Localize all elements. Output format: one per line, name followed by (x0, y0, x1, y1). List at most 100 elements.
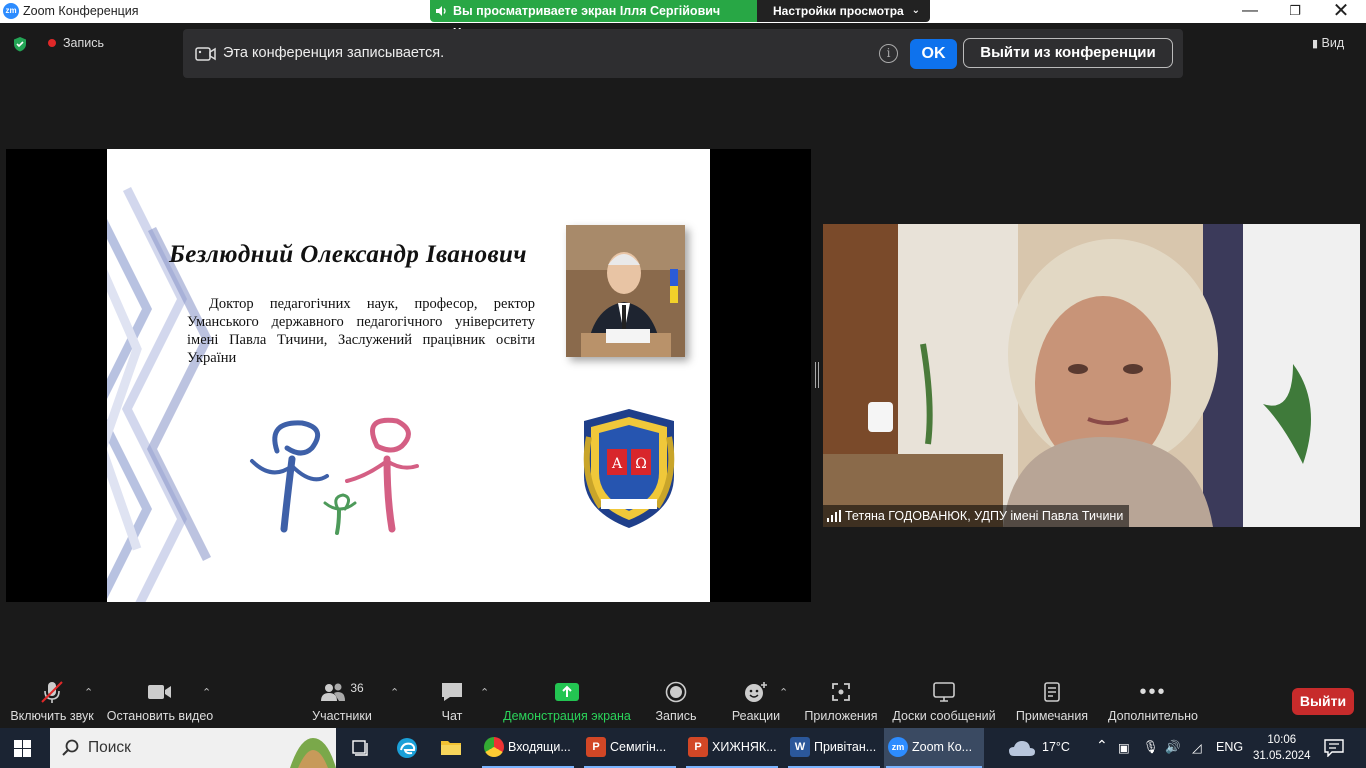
close-button[interactable]: ✕ (1318, 0, 1364, 22)
participant-video-frame (823, 224, 1360, 527)
weather-temperature[interactable]: 17°C (1042, 740, 1070, 754)
windows-taskbar: Поиск Входящи... P Семигін... P ХИЖНЯК..… (0, 728, 1366, 768)
video-options-caret-icon[interactable]: ⌃ (202, 686, 211, 699)
participants-icon (321, 683, 346, 701)
view-settings-button[interactable]: Настройки просмотра ⌄ (757, 0, 930, 22)
taskbar-item-powerpoint-1[interactable]: P Семигін... (582, 728, 678, 768)
taskbar-item-label: Привітан... (814, 740, 877, 754)
window-title: Zoom Конференция (23, 4, 139, 18)
apps-label: Приложения (804, 709, 878, 723)
meeting-toolbar: Включить звук ⌃ Остановить видео ⌃ 36 Уч… (0, 672, 1366, 728)
network-icon[interactable]: ◿ (1192, 740, 1202, 755)
input-language[interactable]: ENG (1216, 740, 1243, 754)
shield-check-icon[interactable] (12, 36, 28, 52)
volume-icon[interactable]: 🔊 (1165, 740, 1181, 755)
leave-button[interactable]: Выйти (1292, 688, 1354, 715)
microphone-tray-icon[interactable]: 🎙 (1143, 740, 1159, 755)
whiteboards-button[interactable]: Доски сообщений (890, 678, 998, 723)
powerpoint-icon: P (688, 737, 708, 757)
participants-label: Участники (312, 709, 372, 723)
more-button[interactable]: ••• Дополнительно (1106, 678, 1200, 724)
stop-video-button[interactable]: Остановить видео (106, 678, 214, 723)
info-icon[interactable]: i (879, 44, 898, 63)
unmute-label: Включить звук (10, 709, 94, 723)
record-label: Запись (655, 709, 697, 723)
chat-options-caret-icon[interactable]: ⌃ (480, 686, 489, 699)
notes-label: Примечания (1015, 709, 1089, 723)
view-button[interactable]: ▮ Вид (1312, 36, 1344, 50)
task-view-button[interactable] (346, 728, 374, 768)
university-crest-logo: A Ω (583, 409, 675, 528)
portrait-image (566, 225, 685, 357)
record-icon (665, 681, 687, 703)
edge-taskbar-button[interactable] (392, 728, 424, 768)
recording-notification: Эта конференция записывается. i OK Выйти… (183, 29, 1183, 78)
participants-count: 36 (350, 681, 364, 695)
reactions-button[interactable]: Реакции (730, 678, 782, 723)
leave-meeting-button[interactable]: Выйти из конференции (963, 38, 1173, 68)
taskbar-item-label: Zoom Ко... (912, 740, 973, 754)
view-grid-icon: ▮ (1312, 38, 1319, 50)
cloud-weather-icon[interactable] (1008, 738, 1036, 758)
search-highlight-image (290, 738, 336, 768)
record-button[interactable]: Запись (652, 678, 700, 723)
taskbar-item-word[interactable]: W Привітан... (786, 728, 882, 768)
edge-icon (397, 738, 417, 758)
share-screen-button[interactable]: Демонстрация экрана (503, 678, 631, 723)
whiteboards-label: Доски сообщений (892, 709, 996, 723)
chat-button[interactable]: Чат (430, 678, 474, 723)
zoom-logo-icon: zm (3, 3, 19, 19)
view-settings-label: Настройки просмотра (773, 4, 904, 18)
clock-date: 31.05.2024 (1253, 750, 1311, 762)
ok-button[interactable]: OK (910, 39, 957, 69)
task-view-icon (352, 740, 368, 756)
reactions-options-caret-icon[interactable]: ⌃ (779, 686, 788, 699)
participant-video-tile[interactable]: Тетяна ГОДОВАНЮК, УДПУ імені Павла Тичин… (823, 224, 1360, 527)
smiley-plus-icon (745, 682, 767, 702)
taskbar-item-zoom[interactable]: zm Zoom Ко... (884, 728, 984, 768)
chat-bubble-icon (442, 683, 462, 701)
recording-label[interactable]: Запись (63, 36, 104, 50)
slide-description: Доктор педагогічних наук, професор, рект… (187, 296, 535, 366)
explorer-taskbar-button[interactable] (436, 728, 468, 768)
taskbar-search-box[interactable]: Поиск (50, 728, 336, 768)
slide-title: Безлюдний Олександр Іванович (169, 241, 527, 268)
apps-icon (832, 683, 850, 701)
word-icon: W (790, 737, 810, 757)
video-camera-icon (195, 47, 216, 61)
taskbar-item-chrome[interactable]: Входящи... (480, 728, 576, 768)
more-label: Дополнительно (1108, 709, 1198, 723)
taskbar-item-powerpoint-2[interactable]: P ХИЖНЯК... (684, 728, 780, 768)
signal-bars-icon (827, 510, 841, 522)
stop-video-label: Остановить видео (106, 709, 214, 723)
whiteboard-icon (933, 682, 955, 702)
powerpoint-icon: P (586, 737, 606, 757)
taskbar-clock[interactable]: 10:06 31.05.2024 (1253, 732, 1311, 764)
notification-message: Эта конференция записывается. (223, 45, 445, 61)
video-camera-icon (148, 685, 171, 699)
clock-time: 10:06 (1267, 734, 1297, 746)
taskbar-item-label: Семигін... (610, 740, 667, 754)
restore-button[interactable]: ❐ (1272, 0, 1318, 22)
notes-button[interactable]: Примечания (1012, 678, 1092, 723)
share-banner: Вы просматриваете экран Ілля Сергійович … (430, 0, 930, 40)
minimize-button[interactable]: — (1227, 0, 1273, 22)
participants-options-caret-icon[interactable]: ⌃ (390, 686, 399, 699)
notifications-icon[interactable] (1324, 739, 1344, 757)
unmute-button[interactable]: Включить звук (8, 678, 96, 723)
share-screen-icon (555, 683, 579, 701)
apps-button[interactable]: Приложения (802, 678, 880, 723)
meet-now-icon[interactable]: ▣ (1118, 740, 1130, 755)
svg-text:A: A (611, 456, 623, 472)
slide-decoration (107, 186, 213, 602)
taskbar-item-label: ХИЖНЯК... (712, 740, 777, 754)
audio-options-caret-icon[interactable]: ⌃ (84, 686, 93, 699)
participants-button[interactable]: 36 Участники (308, 678, 376, 723)
panel-splitter-handle[interactable] (815, 362, 819, 388)
windows-start-icon[interactable] (14, 740, 31, 757)
tray-expand-chevron-icon[interactable]: ⌃ (1096, 737, 1108, 754)
zoom-icon: zm (888, 737, 908, 757)
children-figures-logo (250, 417, 419, 535)
participant-name: Тетяна ГОДОВАНЮК, УДПУ імені Павла Тичин… (845, 509, 1124, 523)
chat-label: Чат (441, 709, 463, 723)
